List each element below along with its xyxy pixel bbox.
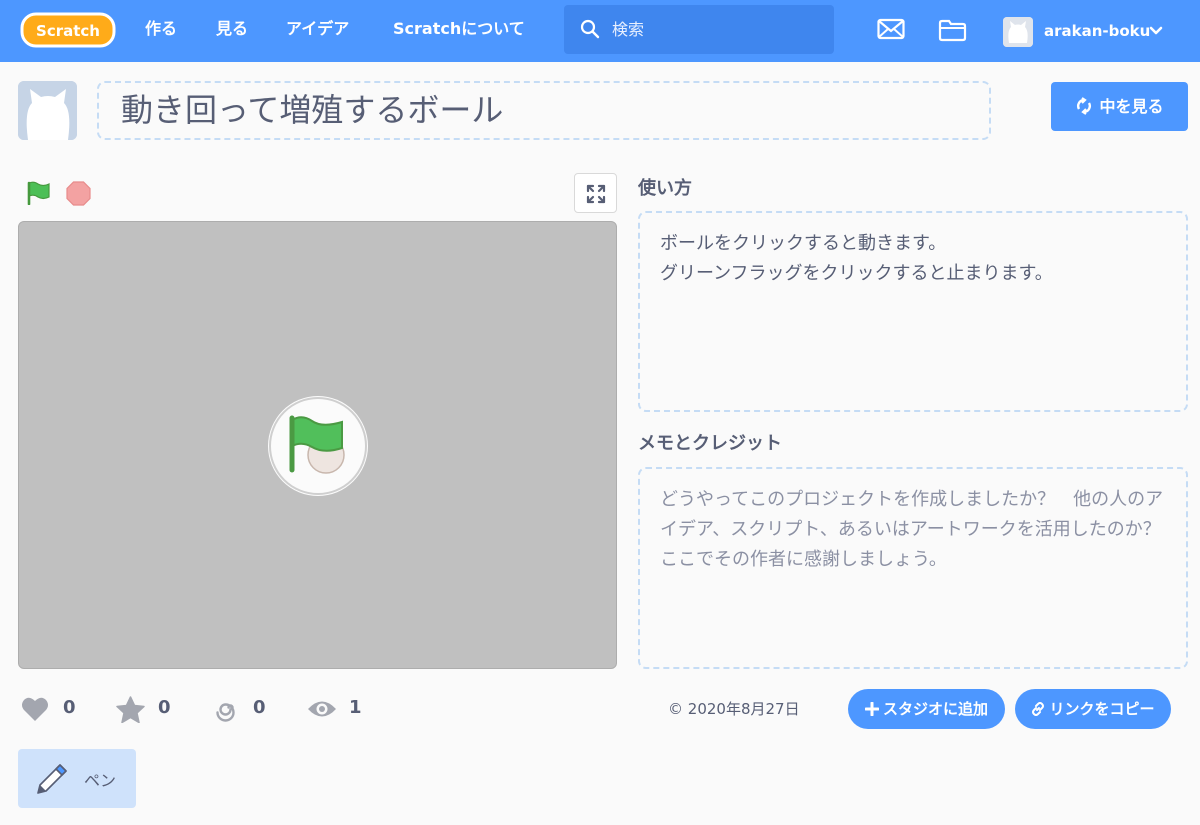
pen-extension-label: ペン xyxy=(84,771,117,790)
views-eye-icon xyxy=(308,701,336,717)
remix-arrows-icon xyxy=(1077,97,1092,115)
nav-about[interactable]: Scratchについて xyxy=(393,0,525,62)
plus-icon xyxy=(864,701,880,717)
love-count: 0 xyxy=(63,697,76,718)
nav-explore[interactable]: 見る xyxy=(216,0,248,62)
copy-link-button[interactable]: リンクをコピー xyxy=(1015,689,1171,729)
instructions-label: 使い方 xyxy=(638,178,692,199)
scratch-logo[interactable]: Scratch xyxy=(20,11,116,49)
username[interactable]: arakan-boku xyxy=(1044,0,1150,62)
pen-icon xyxy=(37,764,67,794)
cat-avatar-icon xyxy=(18,81,77,140)
messages-icon[interactable] xyxy=(877,18,905,40)
logo-text: Scratch xyxy=(36,22,100,40)
link-icon xyxy=(1032,702,1045,716)
nav-ideas[interactable]: アイデア xyxy=(286,0,349,62)
copyright-icon: © xyxy=(668,700,683,718)
add-to-studio-label: スタジオに追加 xyxy=(882,700,988,718)
pen-extension-chip: ペン xyxy=(18,749,136,808)
favorite-star-icon[interactable] xyxy=(116,696,145,723)
see-inside-label: 中を見る xyxy=(1099,97,1164,116)
love-heart-icon[interactable] xyxy=(21,696,49,722)
share-date-text: 2020年8月27日 xyxy=(687,700,800,718)
green-flag-icon xyxy=(269,397,367,495)
favorite-count: 0 xyxy=(158,697,171,718)
fullscreen-icon xyxy=(586,184,606,204)
search-box[interactable] xyxy=(564,5,834,54)
add-to-studio-button[interactable]: スタジオに追加 xyxy=(848,689,1005,729)
author-avatar[interactable] xyxy=(18,81,77,140)
notes-credits-label: メモとクレジット xyxy=(638,433,782,454)
remix-count: 0 xyxy=(253,697,266,718)
share-date: © 2020年8月27日 xyxy=(668,698,800,719)
green-flag-icon[interactable] xyxy=(26,181,52,205)
nav-create[interactable]: 作る xyxy=(145,0,177,62)
project-title[interactable]: 動き回って増殖するボール xyxy=(97,81,991,140)
search-input[interactable] xyxy=(612,5,822,54)
search-icon xyxy=(580,19,600,39)
chevron-down-icon[interactable] xyxy=(1149,24,1163,38)
see-inside-button[interactable]: 中を見る xyxy=(1051,82,1188,131)
view-count: 1 xyxy=(349,697,362,718)
cat-avatar-icon xyxy=(1003,17,1033,47)
fullscreen-button[interactable] xyxy=(574,173,617,213)
instructions-textarea[interactable]: ボールをクリックすると動きます。 グリーンフラッグをクリックすると止まります。 xyxy=(638,211,1188,412)
user-avatar[interactable] xyxy=(1003,17,1033,47)
notes-credits-textarea[interactable]: どうやってこのプロジェクトを作成しましたか？ 他の人のアイデア、スクリプト、ある… xyxy=(638,467,1188,669)
stop-sign-icon[interactable] xyxy=(66,181,91,206)
top-nav: Scratch 作る 見る アイデア Scratchについて arakan-bo… xyxy=(0,0,1200,62)
project-stage[interactable] xyxy=(18,221,617,669)
copy-link-label: リンクをコピー xyxy=(1049,700,1155,718)
my-stuff-folder-icon[interactable] xyxy=(938,19,967,42)
play-button-overlay[interactable] xyxy=(268,396,368,496)
remix-spiral-icon xyxy=(216,703,235,722)
